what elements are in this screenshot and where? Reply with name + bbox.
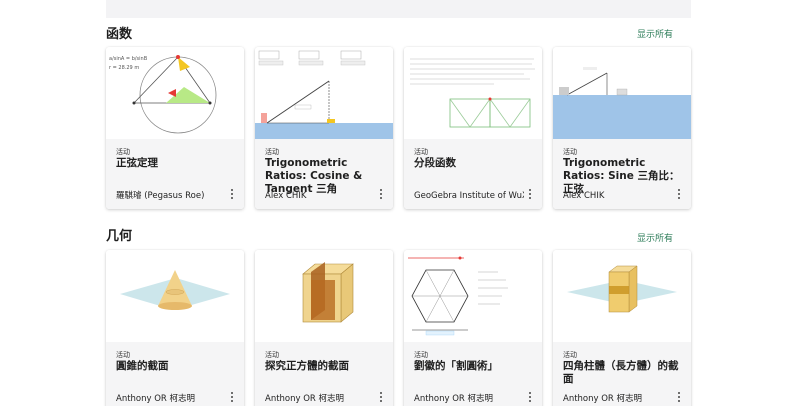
show-all-link[interactable]: 显示所有 (637, 27, 673, 40)
activity-card[interactable]: 活动 劉徽的「割圓術」 Anthony OR 柯志明 (404, 250, 542, 406)
thumbnail-image: a/sinA = b/sinB r = 28.29 m (106, 47, 244, 139)
more-vert-icon[interactable] (229, 392, 235, 404)
card-title[interactable]: 圓錐的截面 (116, 360, 238, 373)
card-title[interactable]: 四角柱體（長方體）的截面 (563, 360, 685, 386)
more-vert-icon[interactable] (229, 189, 235, 201)
svg-text:r = 28.29 m: r = 28.29 m (109, 65, 139, 71)
card-footer: 活动 正弦定理 羅騏璿 (Pegasus Roe) (106, 139, 244, 209)
activity-card[interactable]: 活动 分段函数 GeoGebra Institute of WuXi (404, 47, 542, 209)
activity-card[interactable]: 活动 圓錐的截面 Anthony OR 柯志明 (106, 250, 244, 406)
section-geometry: 几何 显示所有 活动 圓錐的截面 Anthony OR 柯志明 活动 探究正方體… (106, 221, 691, 406)
more-vert-icon[interactable] (676, 392, 682, 404)
thumbnail-image (553, 250, 691, 342)
thumbnail-image (404, 47, 542, 139)
card-author[interactable]: GeoGebra Institute of WuXi (414, 191, 524, 201)
card-title[interactable]: 正弦定理 (116, 157, 238, 170)
show-all-link[interactable]: 显示所有 (637, 231, 673, 244)
section-title: 函数 (106, 27, 133, 42)
card-footer: 活动 劉徽的「割圓術」 Anthony OR 柯志明 (404, 342, 542, 406)
thumbnail-image (553, 47, 691, 139)
card-footer: 活动 圓錐的截面 Anthony OR 柯志明 (106, 342, 244, 406)
card-title[interactable]: 探究正方體的截面 (265, 360, 387, 373)
card-type: 活动 (414, 148, 428, 156)
card-type: 活动 (116, 148, 130, 156)
thumbnail-image (255, 250, 393, 342)
activity-card[interactable]: a/sinA = b/sinB r = 28.29 m 活动 正弦定理 羅騏璿 … (106, 47, 244, 209)
section-title: 几何 (106, 229, 133, 244)
card-type: 活动 (563, 351, 577, 359)
card-footer: 活动 探究正方體的截面 Anthony OR 柯志明 (255, 342, 393, 406)
card-footer: 活动 Trigonometric Ratios: Cosine & Tangen… (255, 139, 393, 209)
card-type: 活动 (265, 148, 279, 156)
card-author[interactable]: Anthony OR 柯志明 (116, 392, 226, 404)
card-type: 活动 (563, 148, 577, 156)
section-functions: 函数 显示所有 a/sinA = b/sinB r = 28.29 m 活动 正… (106, 18, 691, 213)
activity-card[interactable]: 活动 Trigonometric Ratios: Cosine & Tangen… (255, 47, 393, 209)
thumbnail-image (106, 250, 244, 342)
activity-card[interactable]: 活动 四角柱體（長方體）的截面 Anthony OR 柯志明 (553, 250, 691, 406)
card-title[interactable]: 劉徽的「割圓術」 (414, 360, 536, 373)
card-author[interactable]: Anthony OR 柯志明 (414, 392, 524, 404)
more-vert-icon[interactable] (527, 189, 533, 201)
thumbnail-image (404, 250, 542, 342)
top-banner (106, 0, 691, 18)
card-author[interactable]: Anthony OR 柯志明 (563, 392, 673, 404)
more-vert-icon[interactable] (378, 392, 384, 404)
card-footer: 活动 Trigonometric Ratios: Sine 三角比：正弦 Ale… (553, 139, 691, 209)
card-author[interactable]: Alex CHIK (563, 191, 673, 201)
card-type: 活动 (265, 351, 279, 359)
card-author[interactable]: Anthony OR 柯志明 (265, 392, 375, 404)
card-footer: 活动 分段函数 GeoGebra Institute of WuXi (404, 139, 542, 209)
card-type: 活动 (116, 351, 130, 359)
activity-card[interactable]: 活动 探究正方體的截面 Anthony OR 柯志明 (255, 250, 393, 406)
more-vert-icon[interactable] (378, 189, 384, 201)
card-type: 活动 (414, 351, 428, 359)
more-vert-icon[interactable] (676, 189, 682, 201)
card-author[interactable]: Alex CHIK (265, 191, 375, 201)
card-title[interactable]: 分段函数 (414, 157, 536, 170)
card-author[interactable]: 羅騏璿 (Pegasus Roe) (116, 189, 226, 201)
svg-text:a/sinA = b/sinB: a/sinA = b/sinB (109, 56, 148, 62)
activity-card[interactable]: 活动 Trigonometric Ratios: Sine 三角比：正弦 Ale… (553, 47, 691, 209)
card-footer: 活动 四角柱體（長方體）的截面 Anthony OR 柯志明 (553, 342, 691, 406)
thumbnail-image (255, 47, 393, 139)
more-vert-icon[interactable] (527, 392, 533, 404)
